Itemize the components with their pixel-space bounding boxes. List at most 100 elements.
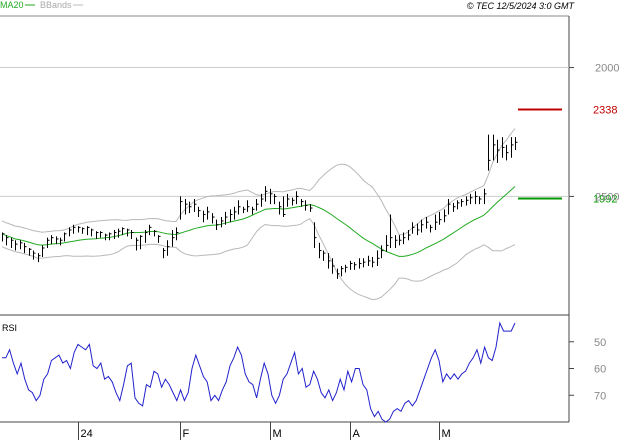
ohlc-bar — [319, 242, 322, 259]
ohlc-bar — [421, 219, 424, 233]
chart-canvas: 23381992 2500 2000 70 60 50 24 F M A M MA20 BBa… — [0, 0, 619, 440]
ohlc-bar — [105, 233, 108, 241]
ohlc-bar — [154, 229, 157, 237]
ma20-path — [1, 186, 516, 257]
ohlc-bar — [158, 235, 161, 243]
ohlc-bar — [118, 228, 121, 238]
ohlc-bar — [328, 253, 331, 269]
ohlc-bar — [287, 193, 290, 207]
rsi-axis: 70 60 50 — [569, 337, 606, 402]
ohlc-bar — [56, 236, 59, 245]
ohlc-bar — [279, 201, 282, 215]
ohlc-bar — [426, 217, 429, 229]
panel-frames — [0, 15, 570, 423]
ohlc-bar — [470, 193, 473, 205]
ohlc-bar — [172, 229, 175, 247]
ohlc-bar — [305, 200, 308, 211]
ohlc-bar — [363, 258, 366, 268]
ohlc-bar — [332, 258, 335, 274]
ohlc-bar — [78, 226, 81, 233]
ohlc-bar — [381, 245, 384, 259]
ohlc-bar — [256, 199, 259, 211]
ohlc-bar — [354, 262, 357, 270]
ohlc-bar — [457, 200, 460, 210]
price-axis: 2500 2000 — [569, 63, 619, 203]
ohlc-bar — [203, 210, 206, 223]
ohlc-bar — [502, 137, 505, 158]
ohlc-bar — [274, 193, 277, 205]
x-tick-label: 24 — [81, 428, 93, 440]
ohlc-bar — [24, 242, 27, 254]
ohlc-bar — [131, 229, 134, 239]
ohlc-bar — [247, 200, 250, 212]
ohlc-bar — [96, 231, 99, 239]
ohlc-bar — [323, 250, 326, 261]
ohlc-bar — [435, 214, 438, 230]
rsi-label: RSI — [2, 323, 17, 333]
ohlc-bar — [149, 224, 152, 236]
ohlc-bar — [47, 237, 50, 248]
ohlc-bar — [207, 206, 210, 220]
ohlc-bar — [399, 235, 402, 246]
rsi-tick-label: 50 — [594, 337, 606, 349]
ohlc-bar — [243, 206, 246, 214]
ohlc-bar — [109, 232, 112, 241]
x-tick-label: F — [183, 428, 190, 440]
ohlc-bar — [64, 232, 67, 242]
bband-upper — [1, 128, 516, 236]
ohlc-bar — [69, 227, 72, 237]
ohlc-bar — [100, 231, 103, 238]
ohlc-bar — [475, 191, 478, 205]
ohlc-bar — [412, 222, 415, 234]
ohlc-bar — [515, 137, 518, 151]
ohlc-bar — [430, 224, 433, 233]
ohlc-bar — [461, 199, 464, 207]
ohlc-bar — [395, 235, 398, 248]
rsi-line — [2, 321, 516, 423]
ohlc-bar — [42, 245, 45, 258]
ohlc-bar — [488, 134, 491, 171]
ohlc-bar — [377, 250, 380, 267]
legend-bbands: BBands — [40, 0, 72, 10]
ohlc-bar — [185, 199, 188, 215]
ohlc-bar — [60, 237, 63, 246]
ohlc-bar — [283, 196, 286, 218]
legend-ma20: MA20 — [0, 0, 24, 10]
price-tick-label: 2000 — [595, 63, 619, 75]
price-tick-label: 2500 — [595, 191, 619, 203]
ohlc-bar — [15, 240, 18, 251]
rsi-tick-label: 70 — [594, 390, 606, 402]
ohlc-bar — [114, 229, 117, 239]
bollinger-bands — [1, 128, 516, 301]
ohlc-bar — [198, 206, 201, 218]
ohlc-bar — [51, 235, 54, 245]
price-gridlines — [0, 67, 569, 197]
level-lines: 23381992 — [518, 105, 617, 206]
price-bars — [2, 134, 518, 279]
ohlc-bar — [296, 191, 299, 205]
copyright-text: © TEC 12/5/2024 3:0 GMT — [467, 1, 576, 11]
ohlc-bar — [506, 144, 509, 161]
ohlc-bar — [136, 237, 139, 251]
x-tick-label: M — [442, 428, 451, 440]
ohlc-bar — [511, 137, 514, 158]
rsi-tick-label: 60 — [594, 364, 606, 376]
ohlc-bar — [292, 197, 295, 206]
ohlc-bar — [11, 237, 14, 248]
ohlc-bar — [493, 134, 496, 161]
ohlc-bar — [466, 196, 469, 206]
x-tick-label: A — [353, 428, 361, 440]
ohlc-bar — [2, 232, 5, 242]
ohlc-bar — [234, 206, 237, 220]
ohlc-bar — [261, 193, 264, 207]
ohlc-bar — [38, 253, 41, 263]
ohlc-bar — [372, 257, 375, 268]
ohlc-bar — [417, 223, 420, 236]
ohlc-bar — [221, 217, 224, 228]
ohlc-bar — [33, 250, 36, 260]
ohlc-bar — [444, 209, 447, 223]
x-tick-label: M — [273, 428, 282, 440]
level-label: 2338 — [593, 105, 617, 117]
ohlc-bar — [479, 196, 482, 205]
ohlc-bar — [439, 211, 442, 225]
